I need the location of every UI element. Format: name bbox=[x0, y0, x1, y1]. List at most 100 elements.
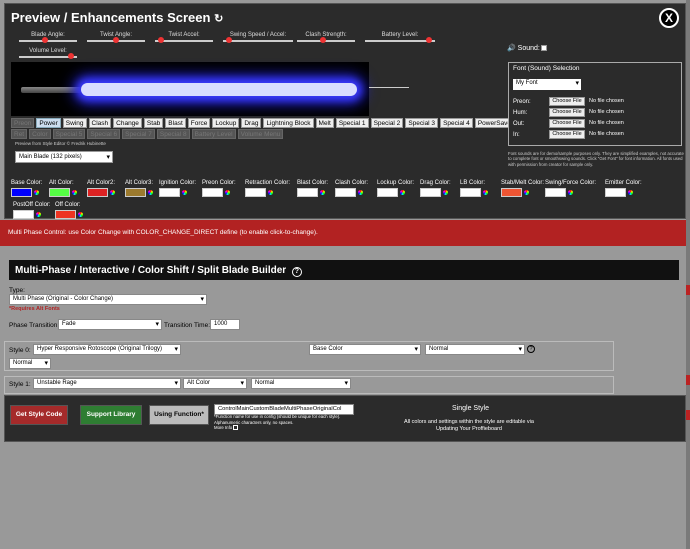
effect-button-special-2[interactable]: Special 2 bbox=[370, 118, 404, 128]
color-swatch[interactable] bbox=[605, 188, 626, 197]
effect-button-ret[interactable]: Ret bbox=[11, 129, 28, 139]
color-wheel-icon[interactable] bbox=[320, 190, 325, 195]
slider-1[interactable]: Twist Angle: bbox=[87, 32, 145, 44]
color-picker[interactable]: Base Color: bbox=[11, 180, 47, 198]
color-wheel-icon[interactable] bbox=[568, 190, 573, 195]
color-picker[interactable]: Lockup Color: bbox=[377, 180, 414, 198]
effect-button-color[interactable]: Color bbox=[29, 129, 51, 139]
effect-button-volume-menu[interactable]: Volume Menu bbox=[237, 129, 284, 139]
effect-button-special-7[interactable]: Special 7 bbox=[122, 129, 155, 139]
support-library-button[interactable]: Support Library bbox=[80, 405, 142, 425]
style0-help-icon[interactable]: ? bbox=[527, 345, 535, 353]
effect-button-power[interactable]: Power bbox=[36, 118, 61, 128]
slider-4[interactable]: Clash Strength: bbox=[297, 32, 355, 44]
choose-file-button[interactable]: Choose File bbox=[549, 119, 585, 128]
style1-mode-select[interactable]: Normal bbox=[251, 378, 351, 389]
style0-mode-select[interactable]: Normal bbox=[425, 344, 525, 355]
color-swatch[interactable] bbox=[125, 188, 146, 197]
color-wheel-icon[interactable] bbox=[483, 190, 488, 195]
help-icon[interactable]: ? bbox=[291, 267, 302, 277]
effect-button-special-3[interactable]: Special 3 bbox=[405, 118, 439, 128]
color-picker[interactable]: LB Color: bbox=[460, 180, 496, 198]
slider-thumb[interactable] bbox=[157, 37, 164, 43]
slider-thumb[interactable] bbox=[320, 37, 327, 43]
color-picker[interactable]: Emitter Color: bbox=[605, 180, 642, 198]
slider-3[interactable]: Swing Speed / Accel: bbox=[223, 32, 293, 44]
transition-time-input[interactable]: 1000 bbox=[210, 319, 240, 330]
style1-color-select[interactable]: Alt Color bbox=[183, 378, 247, 389]
slider-track[interactable] bbox=[365, 40, 435, 42]
color-picker[interactable]: Stab/Melt Color: bbox=[501, 180, 544, 198]
choose-file-button[interactable]: Choose File bbox=[549, 97, 585, 106]
style1-select[interactable]: Unstable Rage bbox=[33, 378, 181, 389]
refresh-icon[interactable]: ↻ bbox=[214, 13, 223, 25]
color-wheel-icon[interactable] bbox=[72, 190, 77, 195]
effect-button-stab[interactable]: Stab bbox=[143, 118, 164, 128]
color-swatch[interactable] bbox=[377, 188, 398, 197]
effect-button-special-6[interactable]: Special 6 bbox=[87, 129, 121, 139]
color-picker[interactable]: Retraction Color: bbox=[245, 180, 290, 198]
color-wheel-icon[interactable] bbox=[225, 190, 230, 195]
color-wheel-icon[interactable] bbox=[443, 190, 448, 195]
color-wheel-icon[interactable] bbox=[358, 190, 363, 195]
color-picker[interactable]: Alt Color3: bbox=[125, 180, 161, 198]
effect-button-melt[interactable]: Melt bbox=[315, 118, 334, 128]
effect-button-lightning-block[interactable]: Lightning Block bbox=[263, 118, 314, 128]
color-swatch[interactable] bbox=[55, 210, 76, 219]
blade-select[interactable]: Main Blade (132 pixels) bbox=[15, 151, 113, 163]
style0-select[interactable]: Hyper Responsive Rotoscope (Original Tri… bbox=[33, 344, 181, 355]
effect-button-battery-level[interactable]: Battery Level bbox=[191, 129, 236, 139]
effect-button-special-5[interactable]: Special 5 bbox=[52, 129, 86, 139]
effect-button-special-8[interactable]: Special 8 bbox=[156, 129, 190, 139]
color-swatch[interactable] bbox=[501, 188, 522, 197]
using-function-button[interactable]: Using Function* bbox=[149, 405, 209, 425]
color-swatch[interactable] bbox=[335, 188, 356, 197]
color-wheel-icon[interactable] bbox=[78, 212, 83, 217]
more-info-link[interactable]: More Info bbox=[214, 425, 232, 430]
color-picker[interactable]: Alt Color2: bbox=[87, 180, 123, 198]
font-select[interactable]: My Font bbox=[513, 79, 581, 90]
color-picker[interactable]: PostOff Color: bbox=[13, 202, 51, 220]
slider-2[interactable]: Twist Accel: bbox=[155, 32, 213, 44]
effect-button-preon[interactable]: Preon bbox=[11, 118, 35, 128]
effect-button-special-1[interactable]: Special 1 bbox=[335, 118, 369, 128]
slider-track[interactable] bbox=[223, 40, 293, 42]
color-wheel-icon[interactable] bbox=[148, 190, 153, 195]
choose-file-button[interactable]: Choose File bbox=[549, 108, 585, 117]
color-swatch[interactable] bbox=[87, 188, 108, 197]
color-swatch[interactable] bbox=[13, 210, 34, 219]
color-swatch[interactable] bbox=[297, 188, 318, 197]
slider-thumb[interactable] bbox=[68, 53, 75, 59]
slider-thumb[interactable] bbox=[226, 37, 233, 43]
slider-thumb[interactable] bbox=[425, 37, 432, 43]
sound-checkbox[interactable] bbox=[541, 45, 547, 51]
color-picker[interactable]: Swing/Force Color: bbox=[545, 180, 596, 198]
color-wheel-icon[interactable] bbox=[628, 190, 633, 195]
choose-file-button[interactable]: Choose File bbox=[549, 130, 585, 139]
color-wheel-icon[interactable] bbox=[400, 190, 405, 195]
slider-track[interactable] bbox=[19, 40, 77, 42]
type-select[interactable]: Multi Phase (Original - Color Change) bbox=[9, 294, 207, 305]
slider-thumb[interactable] bbox=[42, 37, 49, 43]
slider-5[interactable]: Battery Level: bbox=[365, 32, 435, 44]
color-swatch[interactable] bbox=[545, 188, 566, 197]
color-picker[interactable]: Clash Color: bbox=[335, 180, 371, 198]
slider-6[interactable]: Volume Level: bbox=[19, 48, 77, 60]
get-style-code-button[interactable]: Get Style Code bbox=[10, 405, 68, 425]
color-swatch[interactable] bbox=[159, 188, 180, 197]
color-swatch[interactable] bbox=[245, 188, 266, 197]
close-button[interactable]: X bbox=[659, 8, 679, 28]
color-wheel-icon[interactable] bbox=[182, 190, 187, 195]
effect-button-swing[interactable]: Swing bbox=[62, 118, 87, 128]
color-picker[interactable]: Drag Color: bbox=[420, 180, 456, 198]
effect-button-special-4[interactable]: Special 4 bbox=[440, 118, 473, 128]
effect-button-change[interactable]: Change bbox=[113, 118, 142, 128]
color-swatch[interactable] bbox=[202, 188, 223, 197]
color-wheel-icon[interactable] bbox=[268, 190, 273, 195]
color-swatch[interactable] bbox=[460, 188, 481, 197]
color-wheel-icon[interactable] bbox=[524, 190, 529, 195]
link-icon[interactable] bbox=[233, 425, 239, 431]
effect-button-force[interactable]: Force bbox=[187, 118, 211, 128]
style0-color-select[interactable]: Base Color bbox=[309, 344, 421, 355]
color-picker[interactable]: Off Color: bbox=[55, 202, 91, 220]
